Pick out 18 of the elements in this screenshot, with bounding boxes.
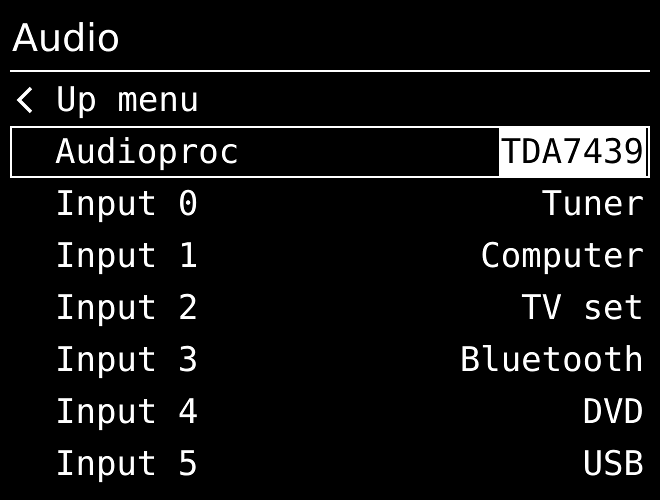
menu-value: Tuner [540,182,645,226]
menu-label: Up menu [56,78,200,122]
menu-label: Input 0 [55,182,198,226]
menu-label: Audioproc [55,130,240,174]
menu-label: Input 4 [55,390,198,434]
menu-value: Bluetooth [458,338,645,382]
screen-title: Audio [11,15,120,62]
selected-menu-row[interactable]: Audioproc TDA7439 [10,126,650,178]
menu-value: DVD [582,390,645,434]
back-chevron-icon [16,86,34,114]
menu-label: Input 5 [55,442,198,486]
menu-value: TDA7439 [498,126,646,178]
menu-value: USB [582,442,645,486]
menu-label: Input 3 [55,338,198,382]
menu-value: Computer [479,234,645,278]
menu-value: TV set [520,286,645,330]
menu-label: Input 2 [55,286,198,330]
menu-label: Input 1 [55,234,198,278]
